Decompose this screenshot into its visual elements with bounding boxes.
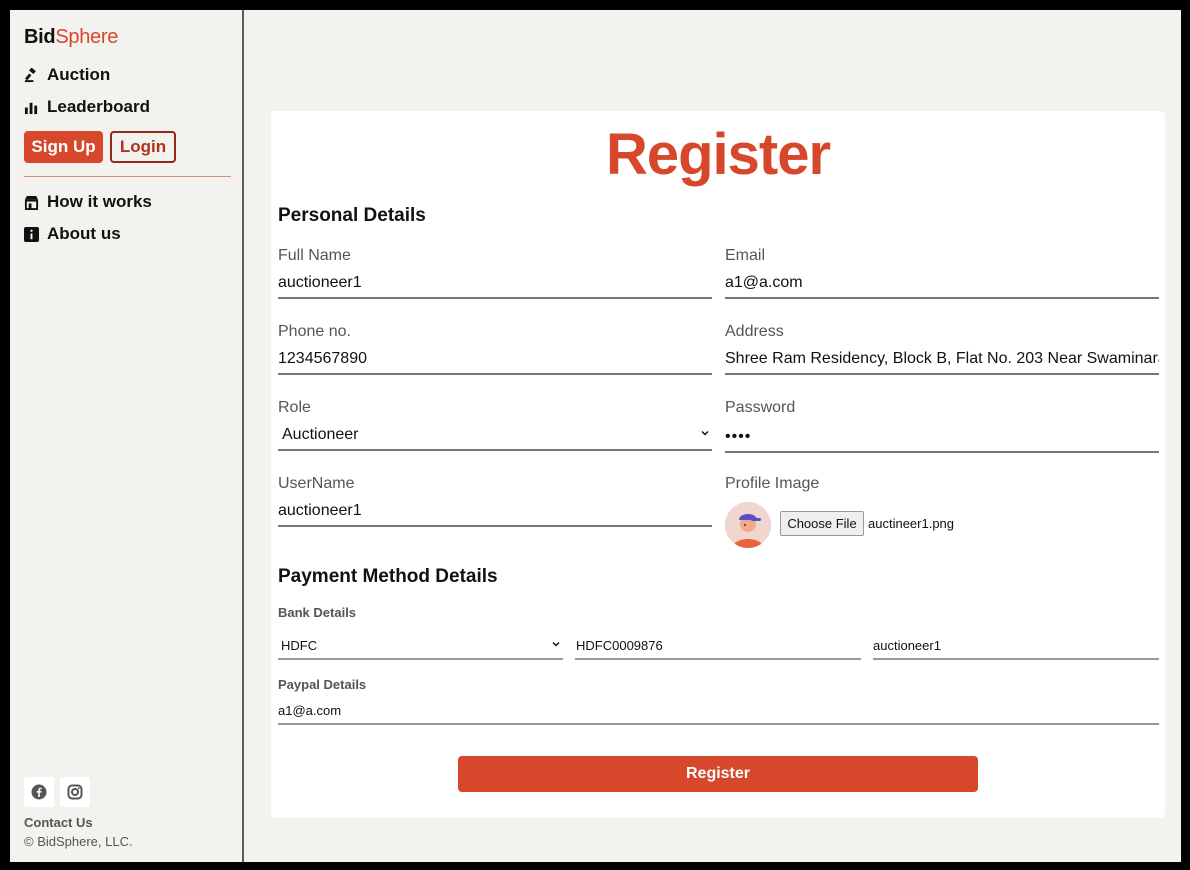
facebook-link[interactable] bbox=[24, 777, 54, 807]
personal-details-heading: Personal Details bbox=[278, 205, 426, 226]
full-name-input[interactable]: auctioneer1 bbox=[278, 269, 712, 299]
page-title: Register bbox=[605, 122, 831, 187]
nav-how-it-works[interactable]: How it works bbox=[24, 192, 152, 212]
login-button[interactable]: Login bbox=[110, 131, 176, 163]
app-window: BidSphere Auction Leaderboard Sign Up Lo… bbox=[10, 10, 1181, 862]
email-input[interactable]: a1@a.com bbox=[725, 269, 1159, 299]
bank-name-value: HDFC bbox=[281, 637, 318, 653]
brand-part-2: Sphere bbox=[55, 26, 119, 48]
role-select[interactable]: Auctioneer bbox=[278, 421, 712, 451]
paypal-details-label: Paypal Details bbox=[278, 677, 367, 692]
register-button[interactable]: Register bbox=[458, 756, 978, 792]
nav-about-us[interactable]: About us bbox=[24, 224, 121, 244]
chevron-down-icon bbox=[701, 430, 709, 436]
gavel-icon bbox=[24, 67, 36, 82]
chevron-down-icon bbox=[552, 641, 560, 647]
username-input[interactable]: auctioneer1 bbox=[278, 497, 712, 527]
bank-details-label: Bank Details bbox=[278, 605, 357, 620]
payment-details-heading: Payment Method Details bbox=[278, 566, 498, 587]
contact-us-link[interactable]: Contact Us bbox=[24, 815, 93, 830]
signup-button[interactable]: Sign Up bbox=[24, 131, 103, 163]
username-label: UserName bbox=[278, 475, 355, 492]
password-input[interactable]: •••• bbox=[725, 423, 1159, 453]
address-label: Address bbox=[725, 323, 784, 340]
brand-part-1: Bid bbox=[24, 26, 56, 48]
paypal-email-input[interactable]: a1@a.com bbox=[278, 697, 1159, 725]
instagram-icon bbox=[67, 784, 83, 800]
bar-chart-icon bbox=[24, 102, 38, 114]
info-icon bbox=[24, 226, 39, 242]
bank-name-select[interactable]: HDFC bbox=[278, 632, 563, 660]
role-select-value: Auctioneer bbox=[282, 426, 359, 443]
account-holder-input[interactable]: auctioneer1 bbox=[873, 632, 1159, 660]
phone-label: Phone no. bbox=[278, 323, 351, 340]
nav-auction[interactable]: Auction bbox=[24, 65, 110, 85]
password-label: Password bbox=[725, 399, 796, 416]
address-input[interactable]: Shree Ram Residency, Block B, Flat No. 2… bbox=[725, 345, 1159, 375]
nav-leaderboard[interactable]: Leaderboard bbox=[24, 97, 150, 117]
ifsc-input[interactable]: HDFC0009876 bbox=[575, 632, 861, 660]
facebook-icon bbox=[31, 784, 47, 800]
avatar bbox=[725, 502, 771, 548]
store-icon bbox=[24, 195, 39, 210]
choose-file-button[interactable]: Choose File bbox=[780, 511, 864, 536]
phone-input[interactable]: 1234567890 bbox=[278, 345, 712, 375]
nav-about-us-label: About us bbox=[47, 224, 121, 243]
sidebar: BidSphere Auction Leaderboard Sign Up Lo… bbox=[10, 10, 244, 862]
selected-filename: auctineer1.png bbox=[868, 516, 955, 531]
full-name-label: Full Name bbox=[278, 247, 351, 264]
nav-auction-label: Auction bbox=[47, 65, 111, 84]
email-label: Email bbox=[725, 247, 766, 264]
profile-image-label: Profile Image bbox=[725, 475, 820, 492]
copyright-text: © BidSphere, LLC. bbox=[24, 834, 133, 849]
nav-leaderboard-label: Leaderboard bbox=[47, 97, 150, 116]
sidebar-divider bbox=[24, 176, 231, 177]
instagram-link[interactable] bbox=[60, 777, 90, 807]
role-label: Role bbox=[278, 399, 311, 416]
brand-logo[interactable]: BidSphere bbox=[24, 26, 118, 49]
nav-how-it-works-label: How it works bbox=[47, 192, 152, 211]
register-card: Register Personal Details Full Name auct… bbox=[271, 111, 1165, 818]
